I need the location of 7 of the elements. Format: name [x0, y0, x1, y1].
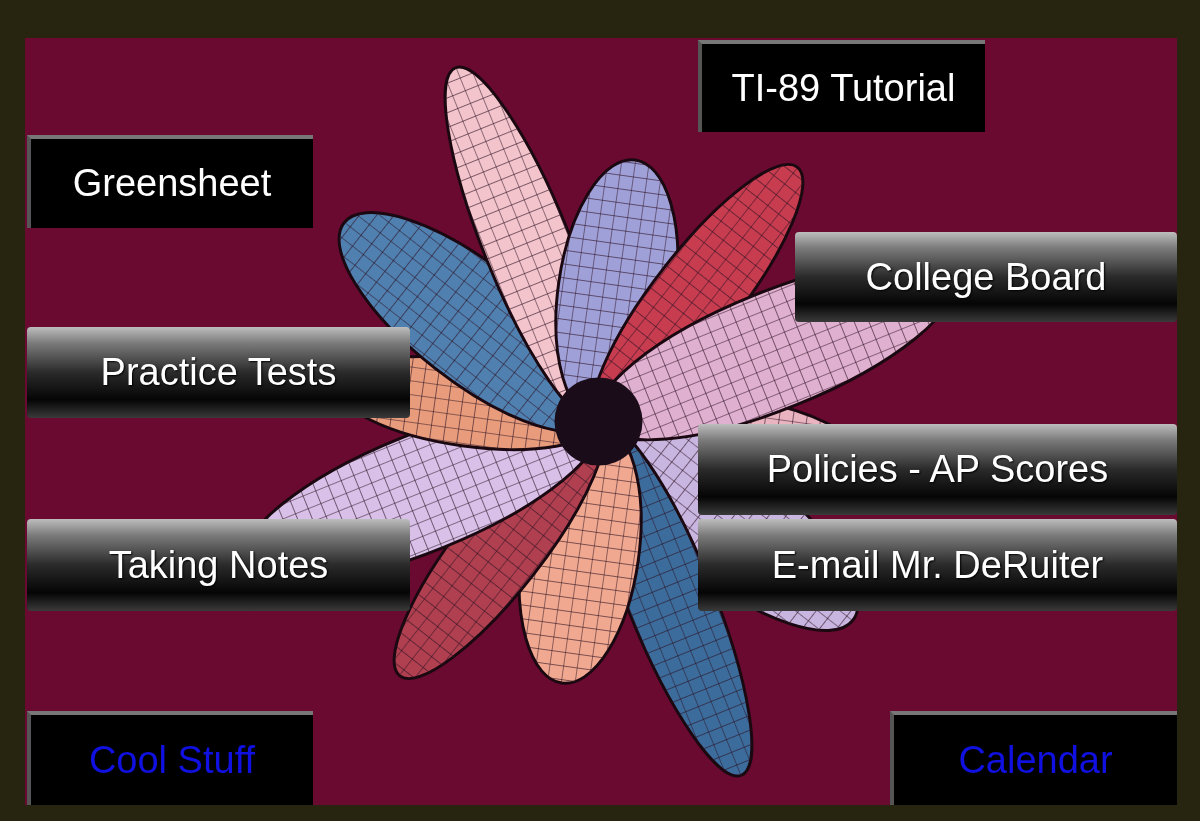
nav-button[interactable]: Practice Tests: [27, 327, 410, 418]
nav-button[interactable]: Greensheet: [27, 135, 313, 228]
nav-button[interactable]: TI-89 Tutorial: [698, 40, 985, 132]
nav-button[interactable]: Policies - AP Scores: [698, 424, 1177, 515]
nav-button[interactable]: College Board: [795, 232, 1177, 322]
nav-button[interactable]: Taking Notes: [27, 519, 410, 611]
nav-button[interactable]: E-mail Mr. DeRuiter: [698, 519, 1177, 611]
